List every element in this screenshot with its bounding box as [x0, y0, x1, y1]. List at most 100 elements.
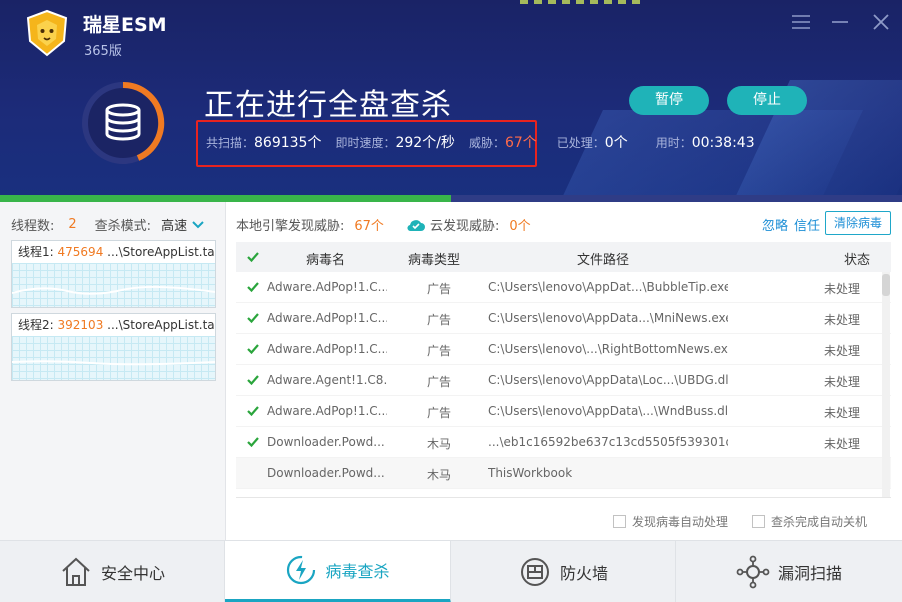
status: 未处理	[824, 313, 861, 327]
time-value: 00:38:43	[691, 135, 755, 151]
thread-activity-graph	[11, 336, 216, 380]
auto-shutdown-option[interactable]: 查杀完成自动关机	[752, 513, 867, 530]
virus-type: 木马	[427, 468, 452, 482]
tab-virus-scan[interactable]: 病毒查杀	[225, 541, 451, 602]
firewall-icon	[520, 558, 549, 586]
virus-name: Adware.AdPop!1.C...	[267, 311, 387, 325]
row-checkbox[interactable]	[246, 435, 260, 449]
cloud-threat-value: 0个	[509, 219, 531, 234]
row-checkbox[interactable]	[246, 373, 260, 387]
table-row[interactable]: Adware.Agent!1.C8... 广告 C:\Users\lenovo\Ap…	[236, 365, 891, 396]
handled-label: 已处理：	[556, 136, 605, 150]
table-row[interactable]: Adware.AdPop!1.C... 广告 C:\Users\lenovo\App…	[236, 303, 891, 334]
scan-stats: 共扫描： 869135个 即时速度： 292个/秒 威胁： 67个 已处理： 0…	[206, 132, 755, 152]
threat-table: 病毒名 病毒类型 文件路径 状态 Adware.AdPop!1.C... 广告 C:…	[236, 242, 891, 498]
scan-title: 正在进行全盘查杀	[204, 88, 452, 123]
thread-file: ...\StoreAppList.tar	[107, 318, 215, 332]
auto-handle-option[interactable]: 发现病毒自动处理	[613, 513, 728, 530]
tab-security-center[interactable]: 安全中心	[0, 541, 225, 602]
menu-icon[interactable]	[789, 10, 813, 34]
threads-panel: 线程数: 2 查杀模式: 高速 线程1: 475694 ...\StoreApp…	[0, 202, 226, 540]
thread-pid: 392103	[57, 318, 104, 332]
tab-vuln-label: 漏洞扫描	[777, 564, 842, 583]
chevron-down-icon[interactable]	[191, 220, 205, 230]
tab-security-label: 安全中心	[100, 564, 165, 583]
file-path: C:\Users\lenovo\AppDat...\BubbleTip.exe	[488, 280, 728, 294]
tab-firewall[interactable]: 防火墙	[451, 541, 676, 602]
table-row[interactable]: Adware.AdPop!1.C... 广告 C:\Users\lenovo\App…	[236, 396, 891, 427]
table-row[interactable]: Adware.AdPop!1.C... 广告 C:\Users\lenovo\App…	[236, 272, 891, 303]
thread-label: 线程1:	[18, 245, 54, 259]
auto-handle-checkbox[interactable]	[613, 515, 626, 528]
cloud-check-icon	[407, 219, 425, 231]
thread-card: 线程2: 392103 ...\StoreAppList.tar	[11, 313, 216, 381]
thread-label: 线程2:	[18, 318, 54, 332]
virus-type: 广告	[427, 313, 452, 327]
column-header-type[interactable]: 病毒类型	[408, 249, 460, 268]
pause-button[interactable]: 暂停	[629, 86, 709, 115]
virus-type: 广告	[427, 344, 452, 358]
virus-name: Adware.Agent!1.C8...	[267, 373, 387, 387]
scrollbar-thumb[interactable]	[882, 274, 890, 296]
home-icon	[62, 557, 90, 586]
row-checkbox[interactable]	[246, 311, 260, 325]
handled-value: 0个	[604, 135, 628, 151]
thread-pid: 475694	[57, 245, 104, 259]
minimize-icon[interactable]	[828, 10, 852, 34]
file-path: ...\eb1c16592be637c13cd5505f539301dc_	[488, 435, 728, 449]
trust-link[interactable]: 信任	[794, 215, 820, 234]
table-body: Adware.AdPop!1.C... 广告 C:\Users\lenovo\App…	[236, 272, 891, 489]
row-checkbox[interactable]	[246, 342, 260, 356]
column-header-status[interactable]: 状态	[844, 249, 870, 268]
tab-vulnerability-scan[interactable]: 漏洞扫描	[676, 541, 902, 602]
scan-progress-bar	[0, 195, 902, 202]
column-header-path[interactable]: 文件路径	[577, 249, 817, 268]
speed-value: 292个/秒	[395, 135, 455, 151]
table-row[interactable]: Downloader.Powd... 木马 ...\eb1c16592be637c1…	[236, 427, 891, 458]
status: 未处理	[824, 406, 861, 420]
select-all-checkbox[interactable]	[246, 250, 260, 264]
virus-name: Adware.AdPop!1.C...	[267, 280, 387, 294]
status: 未处理	[824, 375, 861, 389]
thread-file: ...\StoreAppList.tar	[107, 245, 215, 259]
file-path: C:\Users\lenovo\AppData\...\WndBuss.dll	[488, 404, 728, 418]
bottom-nav: 安全中心 病毒查杀 防火墙 漏洞扫描	[0, 540, 902, 602]
ignore-link[interactable]: 忽略	[762, 215, 788, 234]
thread-activity-graph	[11, 263, 216, 307]
scan-progress-fill	[0, 195, 451, 202]
auto-shutdown-label: 查杀完成自动关机	[771, 515, 868, 529]
threat-label: 威胁：	[468, 136, 505, 150]
lion-logo-icon	[26, 9, 68, 57]
file-path: C:\Users\lenovo\...\RightBottomNews.exe	[488, 342, 728, 356]
virus-name: Adware.AdPop!1.C...	[267, 404, 387, 418]
virus-name: Adware.AdPop!1.C...	[267, 342, 387, 356]
tab-virus-label: 病毒查杀	[325, 562, 390, 581]
scan-progress-ring-icon	[82, 81, 165, 164]
header-decoration	[520, 0, 640, 4]
threads-value: 2	[68, 217, 77, 232]
scanned-value: 869135个	[254, 135, 322, 151]
mode-select[interactable]: 高速	[161, 215, 187, 234]
threat-summary: 本地引擎发现威胁: 67个 云发现威胁: 0个	[236, 215, 553, 234]
app-name: 瑞星ESM	[83, 14, 167, 36]
stop-button[interactable]: 停止	[727, 86, 807, 115]
table-scrollbar[interactable]	[882, 272, 890, 497]
clear-virus-button[interactable]: 清除病毒	[825, 211, 891, 235]
local-threat-label: 本地引擎发现威胁:	[236, 219, 345, 234]
file-path: ThisWorkbook	[488, 466, 573, 480]
scanned-label: 共扫描：	[206, 136, 255, 150]
cloud-threat-label: 云发现威胁:	[429, 219, 500, 234]
virus-type: 广告	[427, 406, 452, 420]
virus-type: 广告	[427, 375, 452, 389]
row-checkbox[interactable]	[246, 280, 260, 294]
virus-name: Downloader.Powd...	[267, 435, 385, 449]
close-icon[interactable]	[869, 10, 893, 34]
table-header: 病毒名 病毒类型 文件路径 状态	[236, 242, 891, 272]
table-row[interactable]: Adware.AdPop!1.C... 广告 C:\Users\lenovo\...…	[236, 334, 891, 365]
row-checkbox[interactable]	[246, 404, 260, 418]
table-row[interactable]: Downloader.Powd... 木马 ThisWorkbook	[236, 458, 891, 489]
auto-shutdown-checkbox[interactable]	[752, 515, 765, 528]
file-path: C:\Users\lenovo\AppData...\MniNews.exe	[488, 311, 728, 325]
scan-header: 瑞星ESM 365版 正在进行全盘查杀 共扫描： 869135个 即时速度： 2…	[0, 0, 902, 202]
threat-value: 67个	[504, 135, 537, 151]
